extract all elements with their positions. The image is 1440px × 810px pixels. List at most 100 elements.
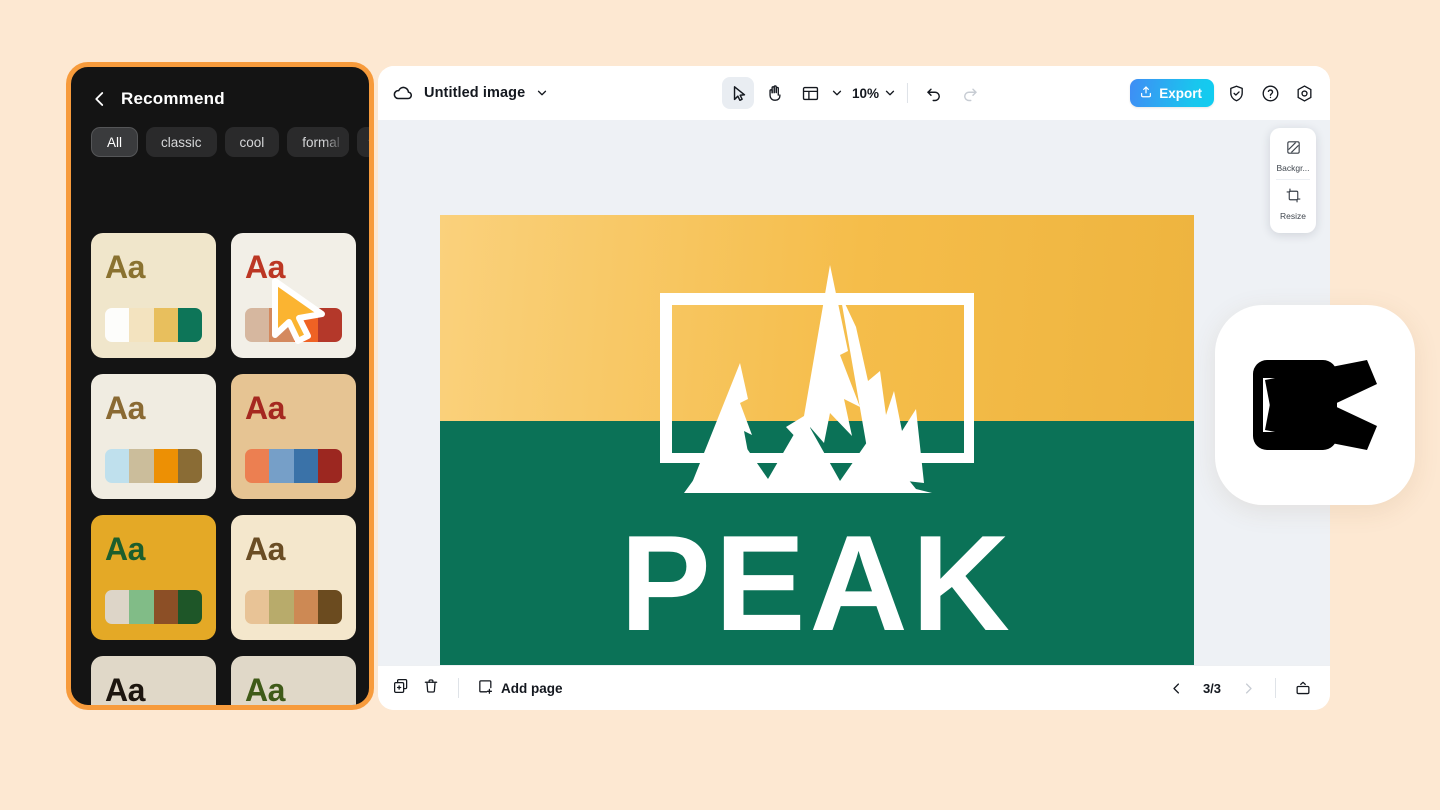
chip-formal[interactable]: formal	[287, 127, 350, 157]
redo-button[interactable]	[954, 77, 986, 109]
theme-swatch-strip	[105, 449, 202, 483]
swatch	[269, 308, 294, 342]
chip-all[interactable]: All	[91, 127, 139, 157]
question-circle-icon[interactable]	[1258, 81, 1282, 105]
export-button[interactable]: Export	[1130, 79, 1214, 107]
theme-sample-text: Aa	[105, 249, 145, 285]
theme-card-2[interactable]: Aa	[231, 233, 356, 358]
theme-sample-text: Aa	[105, 390, 145, 426]
swatch	[245, 308, 270, 342]
theme-swatch-strip	[245, 590, 342, 624]
chip-cool[interactable]: cool	[224, 127, 280, 157]
theme-sample-text: Aa	[245, 390, 285, 426]
swatch	[293, 590, 318, 624]
resize-label: Resize	[1280, 211, 1306, 221]
theme-swatch-strip	[105, 590, 202, 624]
theme-card-4[interactable]: Aa	[231, 374, 356, 499]
next-page-button[interactable]	[1235, 675, 1261, 701]
theme-sample-text: Aa	[245, 531, 285, 567]
add-page-icon	[477, 678, 494, 698]
shield-check-icon[interactable]	[1224, 81, 1248, 105]
swatch	[269, 449, 294, 483]
theme-swatch-strip	[245, 449, 342, 483]
theme-sample-text: Aa	[105, 672, 145, 708]
page-indicator: 3/3	[1202, 680, 1222, 696]
theme-card-6[interactable]: Aa	[231, 515, 356, 640]
swatch	[153, 449, 178, 483]
artboard[interactable]: PEAK	[440, 215, 1194, 665]
theme-card-3[interactable]: Aa	[91, 374, 216, 499]
swatch	[317, 590, 342, 624]
theme-card-7[interactable]: Aa	[91, 656, 216, 708]
chevron-down-icon[interactable]	[535, 86, 549, 100]
swatch	[317, 308, 342, 342]
swatch	[129, 308, 154, 342]
swatch	[105, 308, 130, 342]
bottom-bar: Add page 3/3	[378, 665, 1330, 710]
swatch	[129, 590, 154, 624]
trash-icon[interactable]	[422, 677, 440, 700]
swatch	[129, 449, 154, 483]
add-page-button[interactable]: Add page	[477, 678, 563, 698]
zoom-level[interactable]: 10%	[852, 86, 879, 101]
chevron-down-icon[interactable]	[357, 127, 369, 157]
capcut-logo	[1215, 305, 1415, 505]
gear-icon[interactable]	[1292, 81, 1316, 105]
swatch	[177, 590, 202, 624]
canvas-workspace[interactable]: PEAK Backgr... Resize	[378, 120, 1330, 665]
swatch	[105, 590, 130, 624]
theme-sample-text: Aa	[245, 249, 285, 285]
layout-chevron-down-icon[interactable]	[830, 86, 844, 100]
swatch	[153, 308, 178, 342]
layout-tool[interactable]	[794, 77, 826, 109]
theme-card-grid: Aa Aa Aa Aa Aa Aa Aa Aa	[91, 233, 359, 708]
swatch	[177, 449, 202, 483]
swatch	[245, 449, 270, 483]
background-label: Backgr...	[1276, 163, 1310, 173]
recommend-sidebar: Recommend All classic cool formal Aa Aa Aa…	[66, 62, 374, 710]
editor-window: Untitled image 10% Export PEAK Backgr...…	[378, 66, 1330, 710]
filter-chip-row: All classic cool formal	[71, 109, 369, 157]
export-label: Export	[1159, 85, 1202, 101]
theme-swatch-strip	[105, 308, 202, 342]
theme-card-5[interactable]: Aa	[91, 515, 216, 640]
artboard-wordmark[interactable]: PEAK	[440, 515, 1194, 651]
theme-card-8[interactable]: Aa	[231, 656, 356, 708]
resize-button[interactable]: Resize	[1270, 182, 1316, 225]
theme-sample-text: Aa	[105, 531, 145, 567]
hand-tool[interactable]	[758, 77, 790, 109]
panel-divider	[1276, 179, 1310, 180]
swatch	[245, 590, 270, 624]
chip-classic[interactable]: classic	[146, 127, 217, 157]
theme-sample-text: Aa	[245, 672, 285, 708]
add-page-label: Add page	[501, 680, 563, 696]
swatch	[177, 308, 202, 342]
theme-swatch-strip	[245, 308, 342, 342]
document-title[interactable]: Untitled image	[424, 85, 525, 101]
screen-root: Untitled image 10% Export PEAK Backgr...…	[0, 0, 1440, 810]
swatch	[293, 449, 318, 483]
theme-card-1[interactable]: Aa	[91, 233, 216, 358]
swatch	[269, 590, 294, 624]
undo-button[interactable]	[918, 77, 950, 109]
prev-page-button[interactable]	[1163, 675, 1189, 701]
swatch	[105, 449, 130, 483]
back-chevron-left-icon[interactable]	[91, 90, 109, 108]
mountain-frame-logo[interactable]	[572, 231, 1062, 501]
zoom-chevron-down-icon[interactable]	[883, 86, 897, 100]
bottombar-divider-right	[1275, 678, 1276, 698]
upload-icon	[1139, 85, 1153, 102]
bottombar-divider	[458, 678, 459, 698]
toolbar-divider	[907, 83, 909, 103]
background-button[interactable]: Backgr...	[1270, 134, 1316, 177]
cloud-icon[interactable]	[392, 82, 414, 104]
sidebar-header: Recommend	[71, 67, 369, 109]
resize-crop-icon	[1285, 187, 1302, 209]
swatch	[293, 308, 318, 342]
floating-tool-panel: Backgr... Resize	[1270, 128, 1316, 233]
background-swatch-icon	[1285, 139, 1302, 161]
duplicate-page-icon[interactable]	[392, 677, 410, 700]
sidebar-title: Recommend	[121, 89, 225, 108]
select-tool[interactable]	[721, 77, 754, 109]
page-panel-icon[interactable]	[1290, 675, 1316, 701]
